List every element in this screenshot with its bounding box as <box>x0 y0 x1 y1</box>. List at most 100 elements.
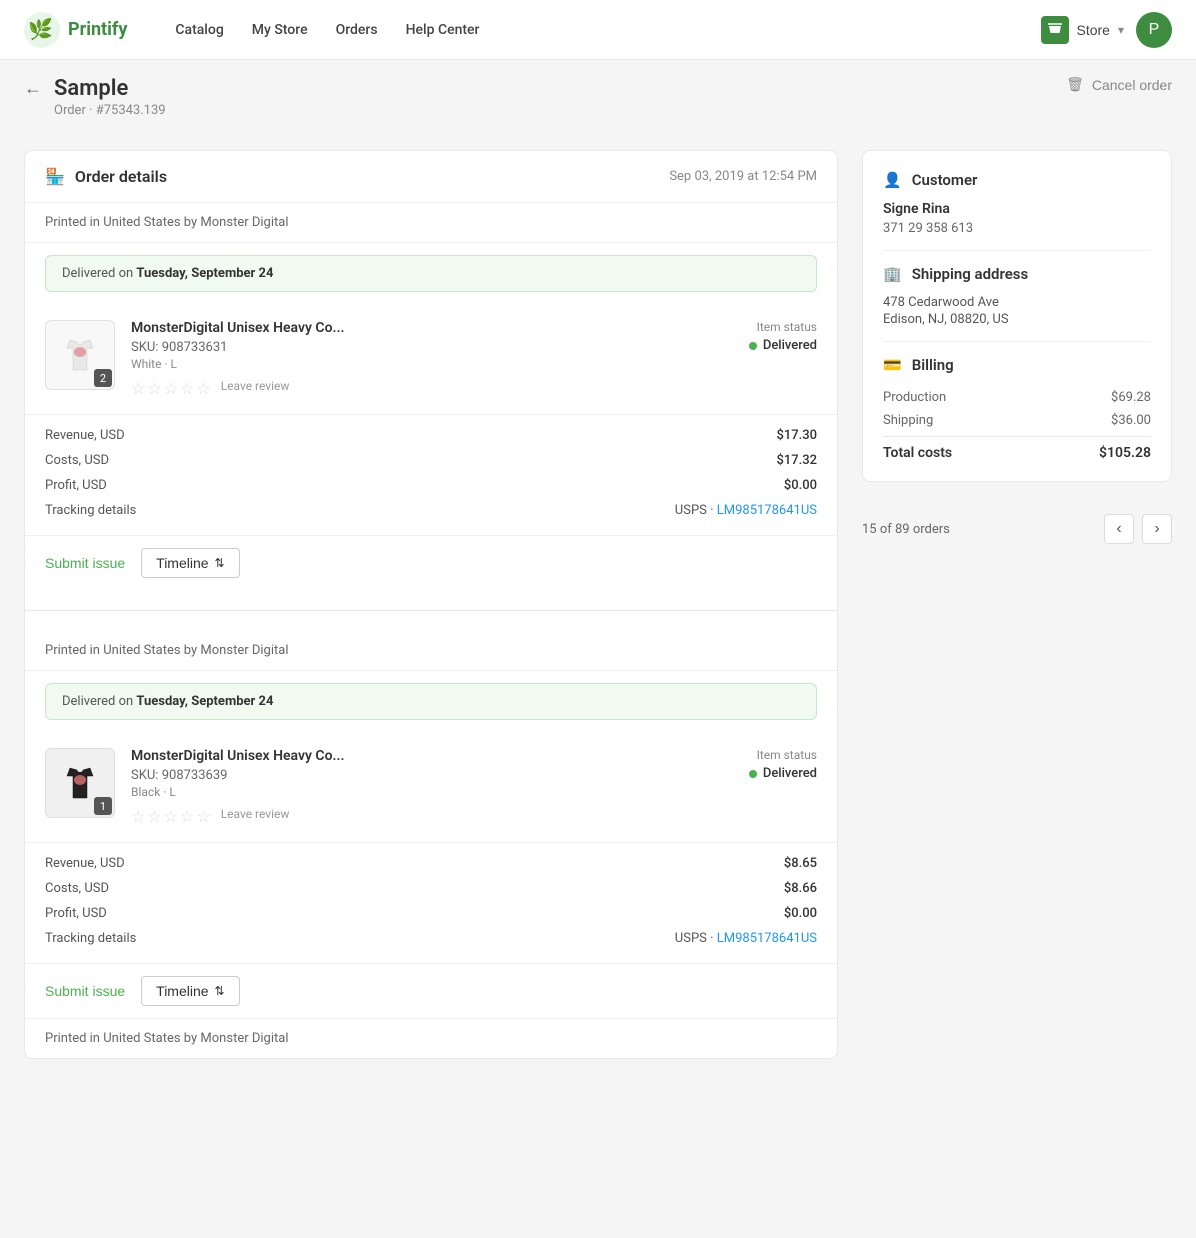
printed-by-bottom: Printed in United States by Monster Digi… <box>25 1018 837 1058</box>
shipping-icon: 🏢 <box>883 265 902 283</box>
delivery-text-1: Delivered on <box>62 266 136 281</box>
order-actions-1: Submit issue Timeline ⇅ <box>25 535 837 590</box>
tracking-row-1: Tracking details USPS · LM985178641US <box>45 498 817 523</box>
nav-orders[interactable]: Orders <box>336 22 378 38</box>
timeline-button-2[interactable]: Timeline ⇅ <box>141 976 239 1006</box>
customer-card: 👤 Customer Signe Rina 371 29 358 613 🏢 S… <box>862 150 1172 482</box>
item-status-col-1: Item status Delivered <box>749 320 817 353</box>
brand-logo[interactable]: 🌿 Printify <box>24 12 127 48</box>
page-title-block: Sample Order · #75343.139 <box>54 76 166 118</box>
leave-review-1[interactable]: Leave review <box>221 379 290 398</box>
order-actions-2: Submit issue Timeline ⇅ <box>25 963 837 1018</box>
pagination-buttons: ‹ › <box>1104 514 1172 544</box>
item-variant-1: White · L <box>131 357 733 371</box>
revenue-label-1: Revenue, USD <box>45 428 125 443</box>
revenue-row-1: Revenue, USD $17.30 <box>45 423 817 448</box>
leave-review-2[interactable]: Leave review <box>221 807 290 826</box>
nav-helpcenter[interactable]: Help Center <box>406 22 480 38</box>
billing-production-row: Production $69.28 <box>883 386 1151 409</box>
timeline-label-2: Timeline <box>156 983 208 999</box>
star-2-5[interactable]: ☆ <box>196 807 210 826</box>
order-item-2: 1 MonsterDigital Unisex Heavy Co... SKU:… <box>25 732 837 842</box>
item-stars-1: ☆ ☆ ☆ ☆ ☆ Leave review <box>131 379 733 398</box>
tracking-code-link-1[interactable]: LM985178641US <box>717 503 817 518</box>
sku-label-2: SKU: <box>131 768 158 783</box>
tracking-carrier-2: USPS <box>675 931 707 946</box>
submit-issue-button-2[interactable]: Submit issue <box>45 983 125 999</box>
svg-text:🌿: 🌿 <box>28 17 53 41</box>
star-1-2[interactable]: ☆ <box>147 379 161 398</box>
shipping-title: Shipping address <box>912 265 1029 283</box>
status-dot-1 <box>749 342 757 350</box>
nav-mystore[interactable]: My Store <box>252 22 308 38</box>
pagination: 15 of 89 orders ‹ › <box>862 498 1172 544</box>
customer-title: Customer <box>912 171 978 189</box>
profit-val-1: $0.00 <box>784 478 817 493</box>
order-section: 🏪 Order details Sep 03, 2019 at 12:54 PM… <box>24 150 838 1059</box>
cancel-order-button[interactable]: 🗑 Cancel order <box>1066 76 1172 93</box>
item-status-label-2: Item status <box>749 748 817 762</box>
store-chevron-icon: ▾ <box>1118 23 1124 37</box>
star-1-5[interactable]: ☆ <box>196 379 210 398</box>
star-2-1[interactable]: ☆ <box>131 807 145 826</box>
billing-production-label: Production <box>883 390 946 405</box>
profit-row-1: Profit, USD $0.00 <box>45 473 817 498</box>
order-details-title: Order details <box>75 167 167 186</box>
navbar: 🌿 Printify Catalog My Store Orders Help … <box>0 0 1196 60</box>
item-details-1: MonsterDigital Unisex Heavy Co... SKU: 9… <box>131 320 733 398</box>
main-column: 🏪 Order details Sep 03, 2019 at 12:54 PM… <box>24 150 838 1059</box>
star-1-3[interactable]: ☆ <box>164 379 178 398</box>
item-stars-2: ☆ ☆ ☆ ☆ ☆ Leave review <box>131 807 733 826</box>
costs-row-1: Costs, USD $17.32 <box>45 448 817 473</box>
billing-production-value: $69.28 <box>1111 390 1151 405</box>
delivery-banner-2: Delivered on Tuesday, September 24 <box>45 683 817 720</box>
timeline-button-1[interactable]: Timeline ⇅ <box>141 548 239 578</box>
revenue-row-2: Revenue, USD $8.65 <box>45 851 817 876</box>
item-status-col-2: Item status Delivered <box>749 748 817 781</box>
star-2-2[interactable]: ☆ <box>147 807 161 826</box>
store-button[interactable]: Store ▾ <box>1041 16 1125 44</box>
item-status-text-2: Delivered <box>763 766 817 781</box>
billing-section-title: 💳 Billing <box>883 356 1151 374</box>
avatar-button[interactable]: P <box>1136 12 1172 48</box>
prev-page-button[interactable]: ‹ <box>1104 514 1134 544</box>
order-subtitle: Order · #75343.139 <box>54 103 166 118</box>
costs-val-2: $8.66 <box>784 881 817 896</box>
star-2-4[interactable]: ☆ <box>180 807 194 826</box>
status-dot-2 <box>749 770 757 778</box>
delivery-text-2: Delivered on <box>62 694 136 709</box>
submit-issue-button-1[interactable]: Submit issue <box>45 555 125 571</box>
order-item-1: 2 MonsterDigital Unisex Heavy Co... SKU:… <box>25 304 837 414</box>
item-status-label-1: Item status <box>749 320 817 334</box>
item-sku-2: SKU: 908733639 <box>131 768 733 783</box>
printify-logo-icon: 🌿 <box>24 12 60 48</box>
cancel-order-label: Cancel order <box>1092 77 1172 93</box>
order-section-header: 🏪 Order details Sep 03, 2019 at 12:54 PM <box>25 151 837 203</box>
item-thumb-1: 2 <box>45 320 115 390</box>
star-1-4[interactable]: ☆ <box>180 379 194 398</box>
item-badge-1: 2 <box>94 369 112 387</box>
order-date: Sep 03, 2019 at 12:54 PM <box>669 169 817 184</box>
item-thumb-2: 1 <box>45 748 115 818</box>
side-column: 👤 Customer Signe Rina 371 29 358 613 🏢 S… <box>862 150 1172 1059</box>
item-status-text-1: Delivered <box>763 338 817 353</box>
tracking-code-link-2[interactable]: LM985178641US <box>717 931 817 946</box>
back-button[interactable]: ← <box>24 76 42 99</box>
billing-title: Billing <box>912 356 954 374</box>
tracking-detail-1: USPS · LM985178641US <box>675 503 817 518</box>
page-header: ← Sample Order · #75343.139 🗑 Cancel ord… <box>0 60 1196 126</box>
printed-by-1: Printed in United States by Monster Digi… <box>25 203 837 243</box>
billing-total-label: Total costs <box>883 445 952 461</box>
item-status-2: Delivered <box>749 766 817 781</box>
star-1-1[interactable]: ☆ <box>131 379 145 398</box>
item-details-2: MonsterDigital Unisex Heavy Co... SKU: 9… <box>131 748 733 826</box>
sku-label-1: SKU: <box>131 340 158 355</box>
item-status-1: Delivered <box>749 338 817 353</box>
nav-catalog[interactable]: Catalog <box>175 22 223 38</box>
star-2-3[interactable]: ☆ <box>164 807 178 826</box>
order-item-1-top: 2 MonsterDigital Unisex Heavy Co... SKU:… <box>45 320 817 398</box>
next-page-button[interactable]: › <box>1142 514 1172 544</box>
tracking-detail-2: USPS · LM985178641US <box>675 931 817 946</box>
customer-icon: 👤 <box>883 171 902 189</box>
billing-shipping-row: Shipping $36.00 <box>883 409 1151 432</box>
